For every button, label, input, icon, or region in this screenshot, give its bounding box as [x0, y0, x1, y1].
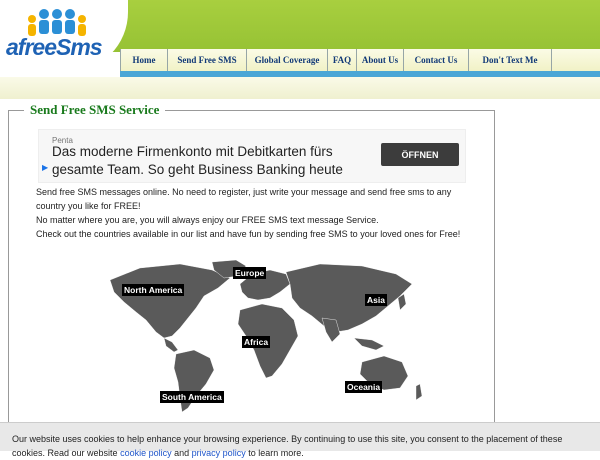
nav-item-contact-us[interactable]: Contact Us [403, 49, 468, 71]
site-header: afreeSms Home Send Free SMS Global Coverag… [0, 0, 600, 100]
ad-play-icon[interactable]: ▶ [42, 163, 48, 172]
main-nav: Home Send Free SMS Global Coverage FAQ About… [120, 49, 600, 77]
ad-banner[interactable]: Penta Das moderne Firmenkonto mit Debitk… [38, 129, 466, 183]
label-europe[interactable]: Europe [233, 267, 267, 279]
label-asia[interactable]: Asia [365, 294, 387, 306]
new-zealand-shape [415, 383, 423, 401]
cookie-banner: Our website uses cookies to help enhance… [0, 422, 600, 458]
logo-text[interactable]: afreeSms [6, 34, 103, 61]
asia-shape [285, 263, 413, 333]
ad-headline[interactable]: Das moderne Firmenkonto mit Debitkarten … [52, 143, 372, 179]
label-north-america[interactable]: North America [122, 284, 185, 296]
cookie-text: Our website uses cookies to help enhance… [12, 432, 592, 460]
nav-item-global-coverage[interactable]: Global Coverage [246, 49, 327, 71]
nav-item-about-us[interactable]: About Us [356, 49, 403, 71]
intro-text: Send free SMS messages online. No need t… [36, 185, 476, 241]
nav-item-faq[interactable]: FAQ [327, 49, 356, 71]
nav-item-send-free-sms[interactable]: Send Free SMS [167, 49, 246, 71]
sub-band [0, 77, 600, 99]
label-south-america[interactable]: South America [160, 391, 224, 403]
ad-open-button[interactable]: ÖFFNEN [381, 143, 459, 166]
label-africa[interactable]: Africa [242, 336, 271, 348]
central-america-shape [163, 337, 179, 353]
nav-item-don-t-text-me[interactable]: Don't Text Me [468, 49, 552, 71]
intro-line: Send free SMS messages online. No need t… [36, 187, 452, 211]
sea-islands-shape [353, 337, 385, 351]
north-america-shape [109, 263, 231, 339]
section-title: Send Free SMS Service [24, 102, 166, 118]
label-oceania[interactable]: Oceania [345, 381, 383, 393]
intro-line: Check out the countries available in our… [36, 229, 461, 239]
nav-item-home[interactable]: Home [120, 49, 167, 71]
intro-line: No matter where you are, you will always… [36, 215, 379, 225]
